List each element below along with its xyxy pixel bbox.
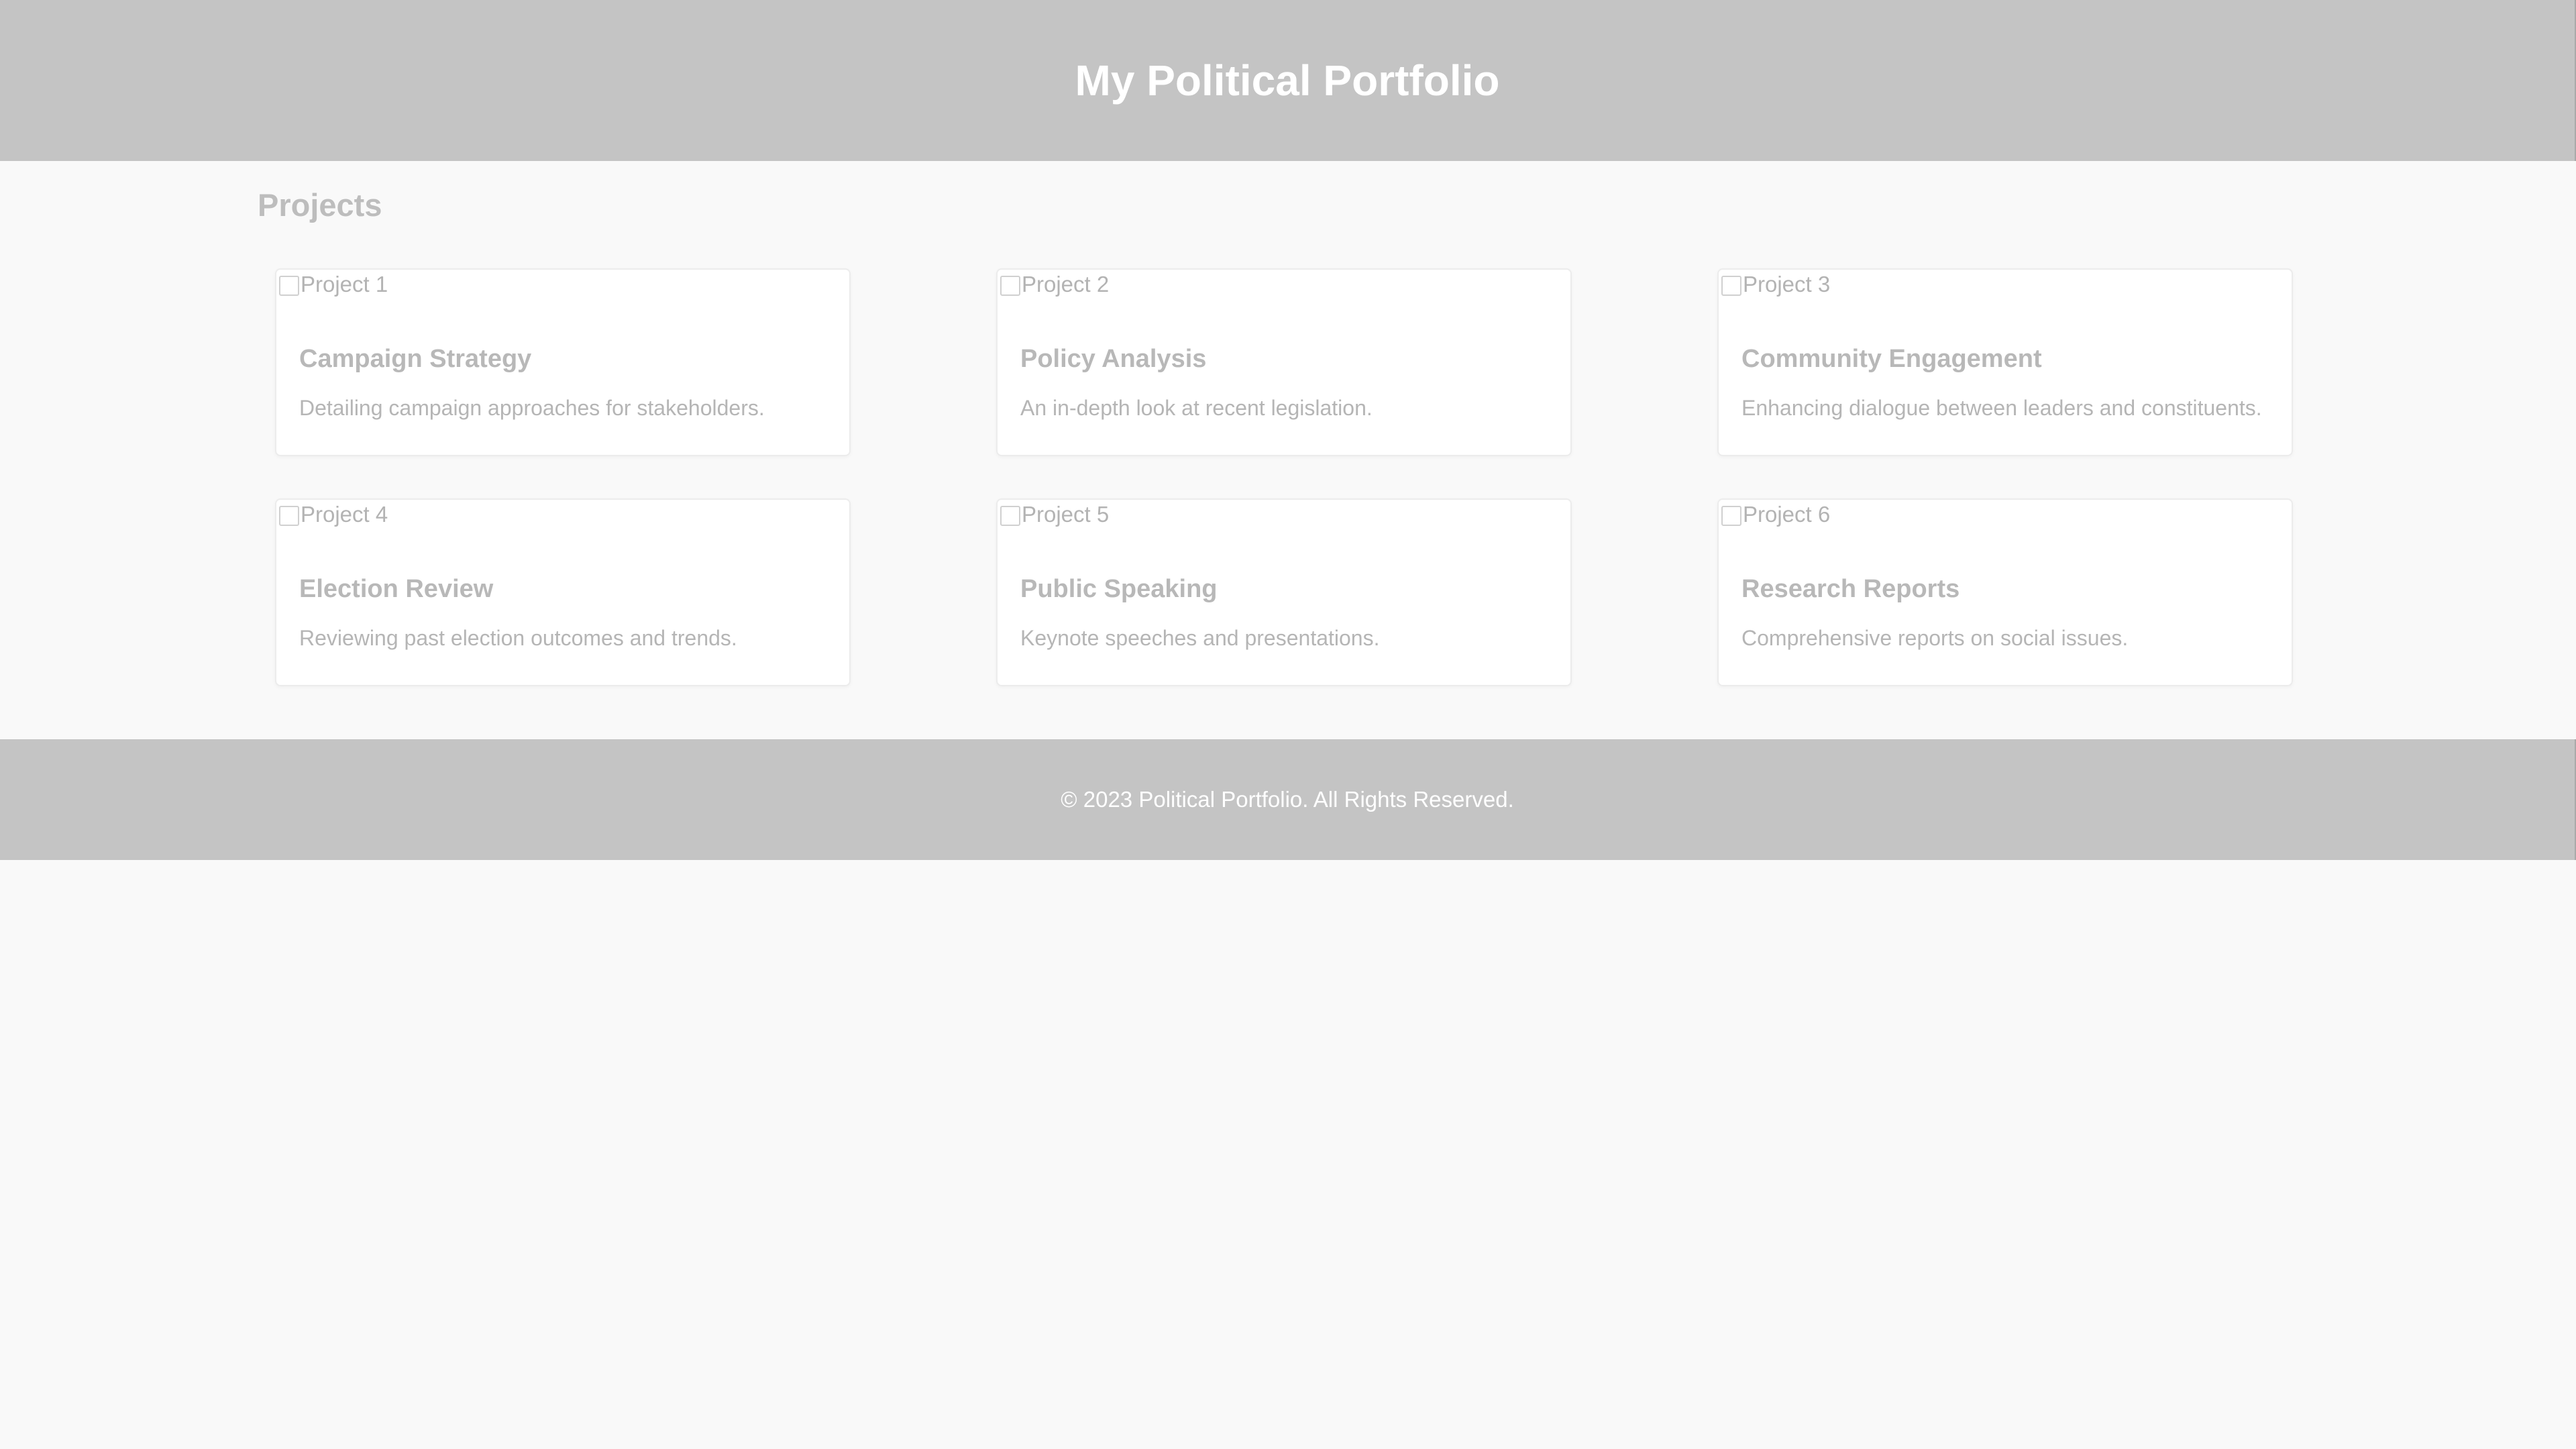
project-title: Campaign Strategy xyxy=(299,345,532,373)
project-description: Comprehensive reports on social issues. xyxy=(1741,626,2129,650)
broken-image-icon xyxy=(999,273,1022,296)
project-title: Public Speaking xyxy=(1020,575,1218,603)
project-image-alt: Project 4 xyxy=(301,502,388,527)
broken-image-icon xyxy=(1720,273,1743,296)
project-description: Enhancing dialogue between leaders and c… xyxy=(1741,396,2262,420)
project-image: Project 1 xyxy=(278,271,388,298)
project-description: Detailing campaign approaches for stakeh… xyxy=(299,396,765,420)
project-card[interactable]: Project 6 Research Reports Comprehensive… xyxy=(1717,498,2293,686)
project-image-alt: Project 3 xyxy=(1743,272,1831,297)
project-image: Project 6 xyxy=(1720,501,1830,528)
project-card[interactable]: Project 4 Election Review Reviewing past… xyxy=(275,498,851,686)
project-card[interactable]: Project 1 Campaign Strategy Detailing ca… xyxy=(275,268,851,456)
project-image-alt: Project 2 xyxy=(1022,272,1110,297)
project-image: Project 2 xyxy=(999,271,1109,298)
broken-image-icon xyxy=(278,273,301,296)
site-header: My Political Portfolio xyxy=(0,0,2576,161)
project-image: Project 5 xyxy=(999,501,1109,528)
project-image-alt: Project 5 xyxy=(1022,502,1110,527)
project-card[interactable]: Project 3 Community Engagement Enhancing… xyxy=(1717,268,2293,456)
broken-image-icon xyxy=(278,503,301,526)
project-description: Reviewing past election outcomes and tre… xyxy=(299,626,737,650)
project-card[interactable]: Project 5 Public Speaking Keynote speech… xyxy=(996,498,1572,686)
broken-image-icon xyxy=(999,503,1022,526)
project-image: Project 4 xyxy=(278,501,388,528)
footer-copyright: © 2023 Political Portfolio. All Rights R… xyxy=(1061,787,1514,812)
site-footer: © 2023 Political Portfolio. All Rights R… xyxy=(0,739,2576,860)
project-title: Community Engagement xyxy=(1741,345,2042,373)
page-title: My Political Portfolio xyxy=(1075,56,1500,105)
project-description: An in-depth look at recent legislation. xyxy=(1020,396,1373,420)
project-card[interactable]: Project 2 Policy Analysis An in-depth lo… xyxy=(996,268,1572,456)
project-title: Election Review xyxy=(299,575,494,603)
project-image-alt: Project 6 xyxy=(1743,502,1831,527)
project-image-alt: Project 1 xyxy=(301,272,388,297)
project-title: Policy Analysis xyxy=(1020,345,1207,373)
section-title: Projects xyxy=(258,187,382,223)
broken-image-icon xyxy=(1720,503,1743,526)
project-image: Project 3 xyxy=(1720,271,1830,298)
project-title: Research Reports xyxy=(1741,575,1960,603)
project-description: Keynote speeches and presentations. xyxy=(1020,626,1380,650)
